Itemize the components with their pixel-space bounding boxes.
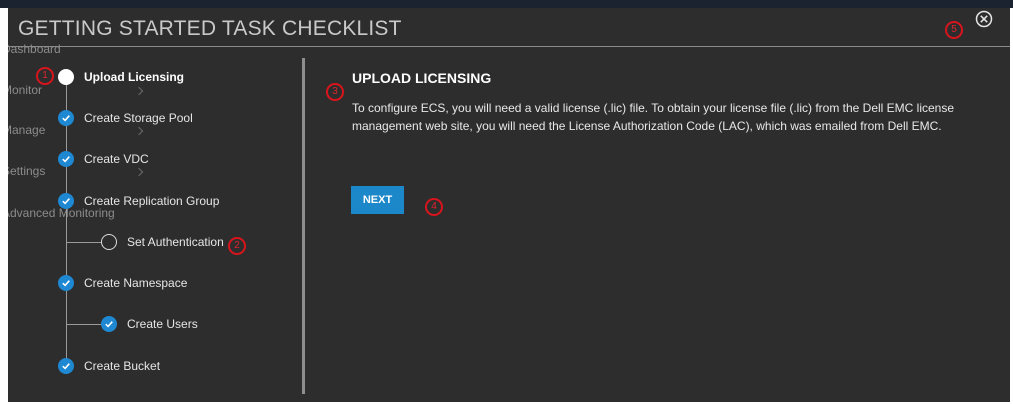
step-label: Create Replication Group [84,194,220,208]
content-heading: UPLOAD LICENSING [352,70,492,86]
check-icon [58,193,74,209]
title-underline [8,46,1010,47]
callout-5: 5 [945,21,963,39]
bg-nav-settings: Settings [8,164,46,178]
callout-4: 4 [425,198,443,216]
bg-nav-dashboard: Dashboard [8,42,61,56]
step-label: Set Authentication [127,235,224,249]
app-top-bar [0,0,1013,8]
substep-connector [66,242,103,243]
step-upload-licensing[interactable]: Upload Licensing [58,68,184,86]
check-icon [58,151,74,167]
bg-chevron-right-icon [134,86,144,96]
callout-2: 2 [228,237,246,255]
step-label: Create Bucket [84,359,161,373]
check-icon [101,316,117,332]
step-create-namespace[interactable]: Create Namespace [58,274,187,292]
bg-nav-monitor: Monitor [8,83,43,97]
current-step-icon [58,69,74,85]
check-icon [58,110,74,126]
bg-chevron-right-icon [134,167,144,177]
next-button[interactable]: NEXT [351,186,404,214]
close-icon[interactable] [975,10,993,28]
step-label: Create Namespace [84,276,188,290]
step-label: Create Storage Pool [84,111,193,125]
check-icon [58,358,74,374]
step-create-bucket[interactable]: Create Bucket [58,357,160,375]
step-create-replication-group[interactable]: Create Replication Group [58,192,219,210]
check-icon [58,275,74,291]
step-set-authentication[interactable]: Set Authentication [101,233,224,251]
checklist-modal: Dashboard Monitor Manage Settings Advanc… [8,8,1010,402]
modal-title: GETTING STARTED TASK CHECKLIST [18,17,402,40]
step-label: Upload Licensing [84,70,185,84]
step-create-vdc[interactable]: Create VDC [58,150,149,168]
content-description: To configure ECS, you will need a valid … [352,101,955,133]
substep-connector [66,324,103,325]
bg-nav-manage: Manage [8,123,46,137]
bg-chevron-right-icon [134,126,144,136]
pending-step-icon [101,234,117,250]
callout-1: 1 [36,67,54,85]
step-label: Create Users [127,317,198,331]
step-create-storage-pool[interactable]: Create Storage Pool [58,109,193,127]
panel-divider [302,58,305,394]
step-create-users[interactable]: Create Users [101,315,198,333]
step-label: Create VDC [84,152,149,166]
callout-3: 3 [326,83,344,101]
